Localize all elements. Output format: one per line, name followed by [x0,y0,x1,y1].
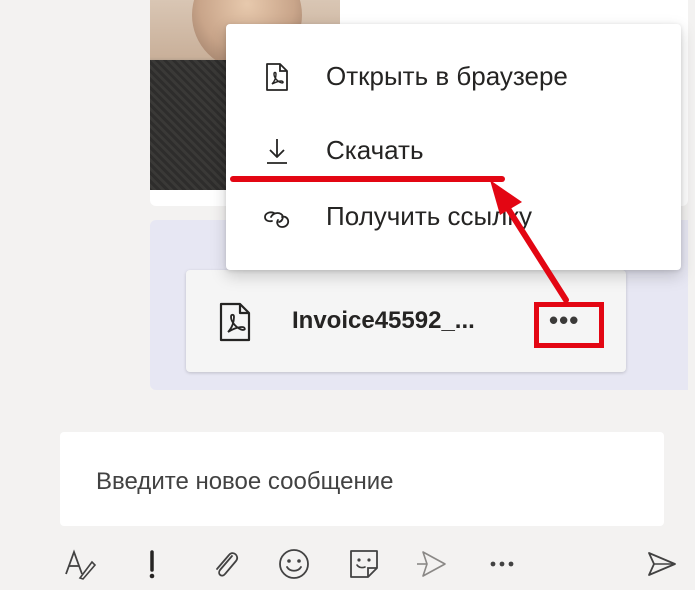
stream-icon[interactable] [414,546,450,582]
format-icon[interactable] [62,546,98,582]
compose-placeholder: Введите новое сообщение [96,468,394,495]
important-icon[interactable] [134,546,170,582]
more-icon[interactable] [484,546,520,582]
emoji-icon[interactable] [276,546,312,582]
sticker-icon[interactable] [346,546,382,582]
attach-icon[interactable] [208,546,244,582]
send-icon[interactable] [644,546,680,582]
